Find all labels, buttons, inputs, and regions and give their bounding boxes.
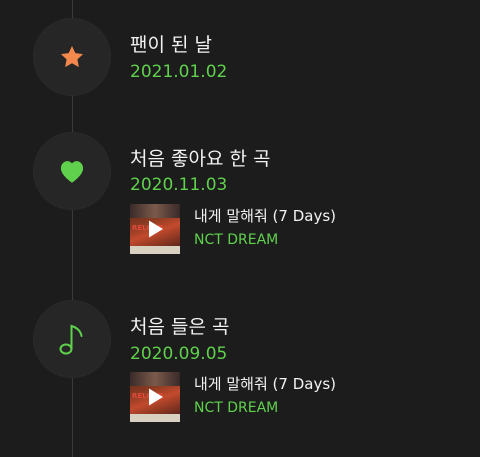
album-art[interactable]: RELOAD	[130, 372, 180, 422]
entry-title: 처음 좋아요 한 곡	[130, 148, 271, 170]
song-item[interactable]: RELOAD 내게 말해줘 (7 Days) NCT DREAM	[130, 372, 450, 422]
play-icon[interactable]	[144, 218, 166, 240]
star-icon	[60, 45, 84, 68]
song-artist[interactable]: NCT DREAM	[194, 401, 278, 415]
heart-icon	[60, 161, 84, 183]
entry-title: 팬이 된 날	[130, 34, 212, 56]
music-note-icon	[59, 324, 83, 355]
star-icon-circle	[33, 18, 111, 96]
entry-date: 2021.01.02	[130, 62, 228, 82]
entry-date: 2020.11.03	[130, 175, 228, 195]
entry-title: 처음 들은 곡	[130, 316, 230, 338]
play-icon[interactable]	[144, 386, 166, 408]
music-note-icon-circle	[33, 300, 111, 378]
heart-icon-circle	[33, 132, 111, 210]
entry-date: 2020.09.05	[130, 344, 228, 364]
song-item[interactable]: RELOAD 내게 말해줘 (7 Days) NCT DREAM	[130, 204, 450, 254]
song-artist[interactable]: NCT DREAM	[194, 233, 278, 247]
song-title: 내게 말해줘 (7 Days)	[194, 375, 336, 393]
song-title: 내게 말해줘 (7 Days)	[194, 207, 336, 225]
album-art[interactable]: RELOAD	[130, 204, 180, 254]
